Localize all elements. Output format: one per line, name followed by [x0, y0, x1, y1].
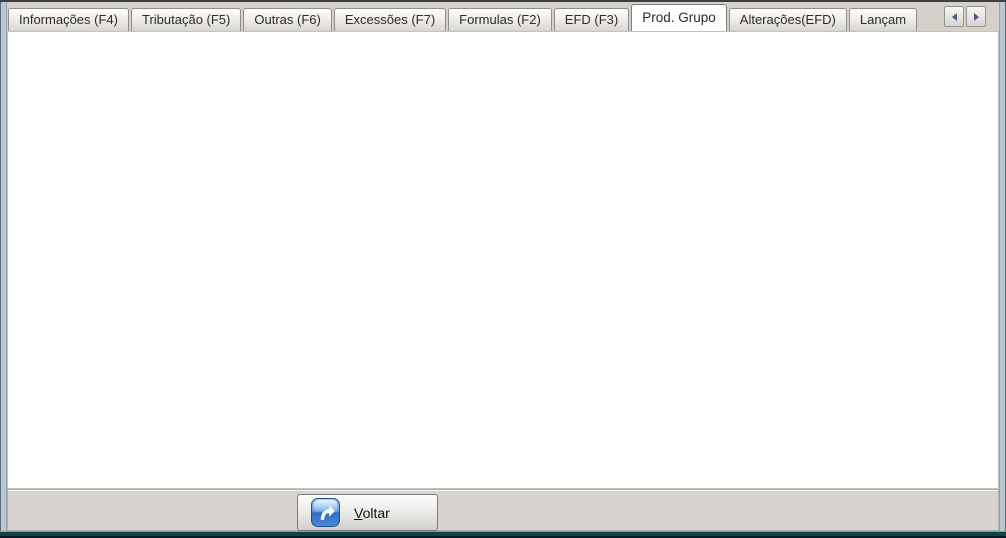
tab-page-prod-grupo	[7, 31, 999, 489]
tab-label: Lançam	[860, 12, 906, 27]
tab-bar: Informações (F4) Tributação (F5) Outras …	[7, 2, 999, 31]
tab-altera-es-efd[interactable]: Alterações(EFD)	[729, 8, 847, 31]
tab-lan-am[interactable]: Lançam	[849, 8, 917, 31]
tab-label: EFD (F3)	[565, 12, 618, 27]
tab-outras-f6[interactable]: Outras (F6)	[243, 8, 331, 31]
tab-label: Alterações(EFD)	[740, 12, 836, 27]
window-frame-bottom	[0, 531, 1006, 538]
bottom-panel: Voltar	[7, 489, 999, 531]
tab-scroll-left-button[interactable]	[944, 6, 964, 27]
tab-scroll-right-button[interactable]	[966, 6, 986, 27]
tab-label: Excessões (F7)	[345, 12, 435, 27]
tab-label: Tributação (F5)	[142, 12, 230, 27]
tab-formulas-f2[interactable]: Formulas (F2)	[448, 8, 552, 31]
tab-scroller	[944, 6, 986, 27]
voltar-button-label: Voltar	[354, 505, 390, 521]
window-frame-right	[999, 2, 1006, 531]
tab-excess-es-f7[interactable]: Excessões (F7)	[334, 8, 446, 31]
tab-label: Formulas (F2)	[459, 12, 541, 27]
tab-efd-f3[interactable]: EFD (F3)	[554, 8, 629, 31]
tab-informa-es-f4[interactable]: Informações (F4)	[8, 8, 129, 31]
tab-scroll-left-icon	[952, 13, 957, 21]
voltar-button[interactable]: Voltar	[297, 494, 438, 531]
tab-label: Outras (F6)	[254, 12, 320, 27]
tab-prod-grupo[interactable]: Prod. Grupo	[631, 4, 727, 31]
window-frame-left	[0, 2, 7, 531]
back-arrow-icon	[311, 498, 340, 527]
app-window: Informações (F4) Tributação (F5) Outras …	[0, 0, 1006, 538]
tab-scroll-right-icon	[974, 13, 979, 21]
tab-tributa-o-f5[interactable]: Tributação (F5)	[131, 8, 241, 31]
tab-bar-tabs: Informações (F4) Tributação (F5) Outras …	[8, 2, 999, 31]
tab-label: Informações (F4)	[19, 12, 118, 27]
tab-label: Prod. Grupo	[642, 10, 716, 25]
